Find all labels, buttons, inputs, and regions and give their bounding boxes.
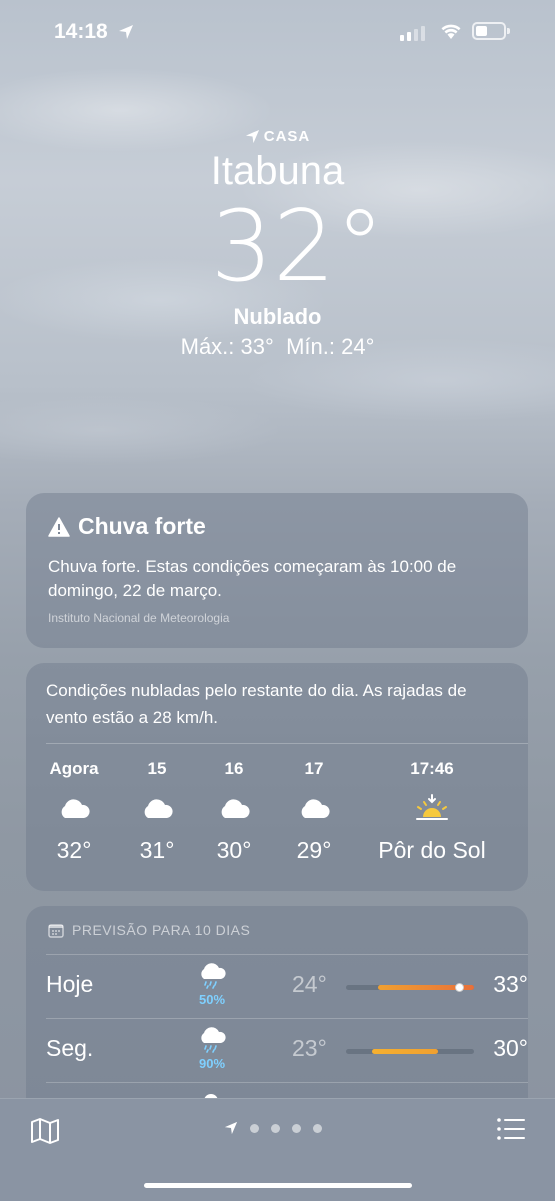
hourly-item: Agora 32° [49,759,99,863]
high-temp: 33° [493,971,528,997]
current-temperature: 32° [210,190,385,304]
current-temp-marker [454,983,464,992]
hourly-item: 17:46 Pôr do Sol [378,759,486,863]
status-bar: 14:18 [0,0,555,66]
cloud-icon [301,799,330,818]
high-temp: 30° [493,1035,528,1061]
hourly-summary: Condições nubladas pelo restante do dia.… [46,681,467,727]
cloud-rain-icon [201,1027,226,1053]
map-icon[interactable] [30,1117,60,1145]
temp-range-bar [346,983,474,992]
page-dot [271,1123,280,1133]
precip-chance: 90% [198,1056,226,1071]
ten-day-header: PREVISÃO PARA 10 DIAS [48,922,250,938]
hourly-item: 15 31° [139,759,175,863]
page-indicator[interactable] [224,1121,322,1135]
temp-range-bar [346,1049,474,1054]
daily-row[interactable]: Seg. 90% 23° 30° [46,1018,528,1083]
calendar-icon [48,923,64,938]
sunset-icon [416,794,448,820]
severe-weather-alert-card[interactable]: Chuva forte Chuva forte. Estas condições… [26,493,528,648]
temp-range-fill [371,1049,439,1054]
divider [46,743,528,744]
cloud-icon [144,799,173,818]
cloud-rain-icon [201,963,226,989]
hourly-item: 17 29° [296,759,332,863]
cloud-icon [221,799,250,818]
hourly-item: 16 30° [216,759,252,863]
ten-day-forecast-card[interactable]: PREVISÃO PARA 10 DIAS Hoje 50% 24° 33° S… [26,906,528,1116]
cloud-icon [61,799,90,818]
cellular-signal-icon [400,26,425,41]
low-temp: 24° [292,971,327,997]
page-dot [313,1123,322,1133]
current-weather: CASA Itabuna 32° Nublado Máx.: 33° Mín.:… [0,128,555,360]
hourly-forecast-card[interactable]: Condições nubladas pelo restante do dia.… [26,663,528,891]
location-arrow-icon [119,25,133,39]
city-name: Itabuna [210,149,345,193]
max-min-temps: Máx.: 33° Mín.: 24° [180,334,375,359]
alert-title: Chuva forte [48,513,206,540]
alert-source: Instituto Nacional de Meteorologia [48,611,230,625]
location-arrow-icon [245,129,259,144]
battery-icon [472,22,510,40]
daily-row[interactable]: Hoje 50% 24° 33° [46,954,528,1019]
home-indicator [144,1183,412,1188]
alert-body: Chuva forte. Estas condições começaram à… [48,557,457,600]
warning-icon [48,516,70,537]
list-icon[interactable] [496,1117,526,1141]
precip-chance: 50% [198,992,226,1007]
page-dot [292,1123,301,1133]
status-time: 14:18 [54,20,108,43]
location-tag: CASA [0,128,555,145]
location-arrow-icon [224,1121,238,1135]
condition-text: Nublado [233,304,322,329]
wifi-icon [441,24,461,39]
low-temp: 23° [292,1035,327,1061]
page-dot [250,1123,259,1133]
